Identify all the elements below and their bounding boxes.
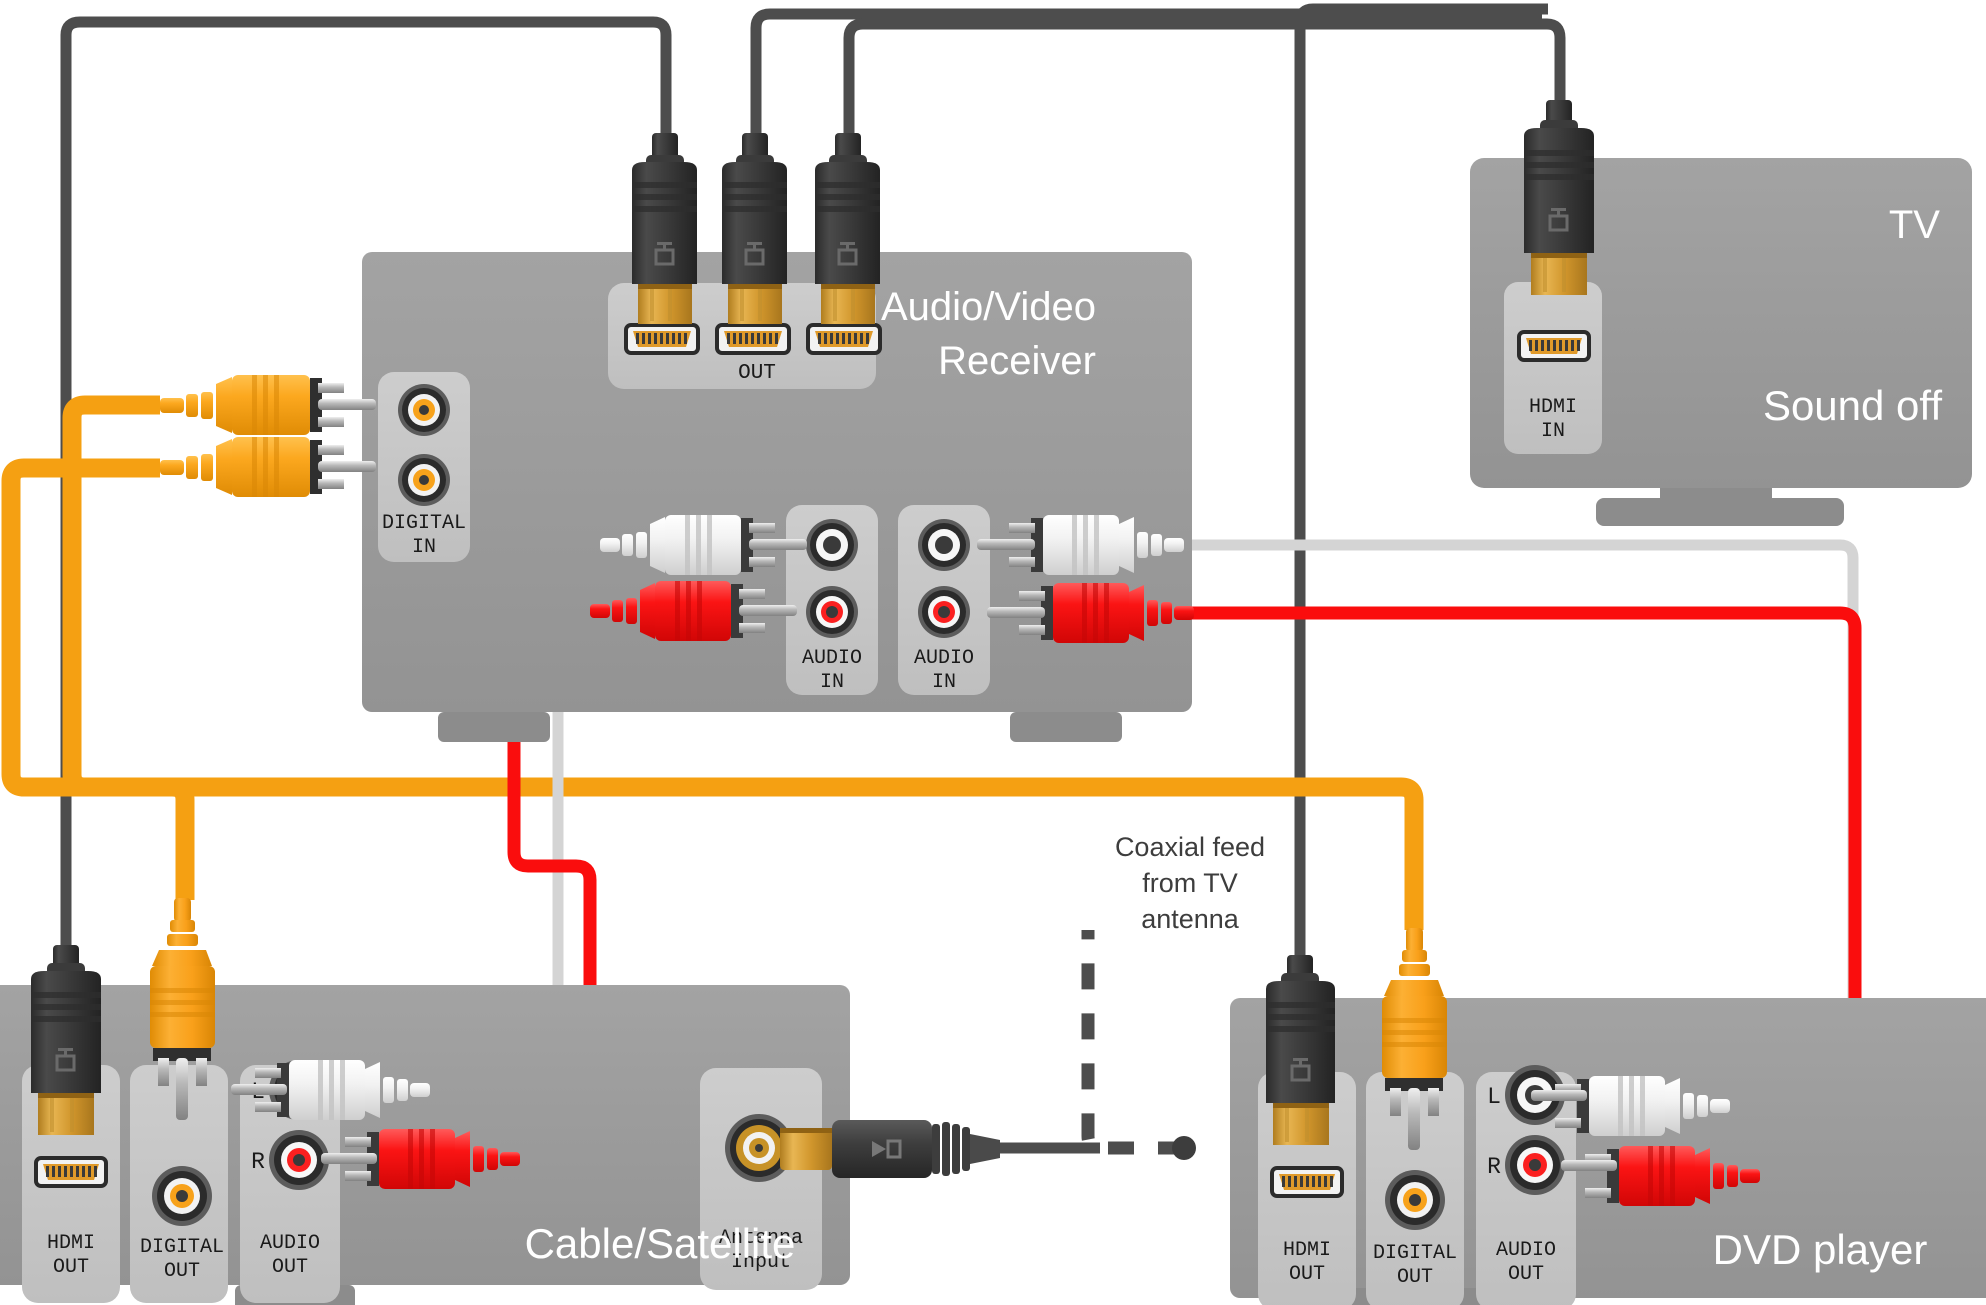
coaxial-feed-note-line1: Coaxial feed <box>1115 832 1265 862</box>
cable-coax-satellite-to-receiver <box>1 458 195 900</box>
satellite-audio-out-label-1: AUDIO <box>260 1232 320 1255</box>
dvd-audio-out-r-label: R <box>1487 1154 1501 1180</box>
plug-coax-f-antenna-input[interactable] <box>780 1120 1000 1178</box>
cable-satellite-label: Cable/Satellite <box>525 1220 796 1267</box>
cable-antenna-dashed-feed <box>1081 930 1184 1155</box>
receiver-label-line2: Receiver <box>938 339 1096 383</box>
plug-hdmi-dvd-out[interactable] <box>1266 955 1335 1145</box>
satellite-audio-out-r-label: R <box>251 1149 265 1175</box>
coaxial-feed-note-line2: from TV <box>1142 868 1238 898</box>
dvd-player-label: DVD player <box>1713 1226 1928 1273</box>
antenna-feed-endpoint <box>1172 1136 1196 1160</box>
receiver-digital-in-jack-1[interactable] <box>398 384 450 436</box>
receiver-audio-in-2-jack-white[interactable] <box>918 519 970 571</box>
plug-hdmi-receiver-out-1[interactable] <box>632 133 697 324</box>
diagram-svg: OUT DIGITAL IN AUDIO IN AUDIO IN HDMI IN… <box>0 3 1986 1305</box>
plug-hdmi-tv-in[interactable] <box>1524 100 1594 295</box>
receiver-hdmi-out-label: OUT <box>738 362 776 385</box>
plug-hdmi-receiver-out-3[interactable] <box>815 133 880 324</box>
wiring-diagram-canvas: OUT DIGITAL IN AUDIO IN AUDIO IN HDMI IN… <box>0 0 1986 1305</box>
satellite-hdmi-out-label-1: HDMI <box>47 1232 95 1255</box>
receiver-hdmi-out-jack-2[interactable] <box>715 323 791 355</box>
cable-hdmi-dvd-to-receiver-seg1 <box>1294 3 1548 985</box>
receiver-hdmi-out-jack-3[interactable] <box>806 323 882 355</box>
plug-hdmi-receiver-out-2[interactable] <box>722 133 787 324</box>
receiver-audio-in-2-jack-red[interactable] <box>918 586 970 638</box>
dvd-hdmi-out-label-2: OUT <box>1289 1263 1325 1286</box>
satellite-hdmi-out-label-2: OUT <box>53 1256 89 1279</box>
plug-hdmi-satellite-out[interactable] <box>31 945 101 1135</box>
tv-hdmi-in-label-2: IN <box>1541 420 1565 443</box>
coaxial-feed-note-line3: antenna <box>1141 904 1240 934</box>
receiver-digital-in-label-1: DIGITAL <box>382 512 466 535</box>
receiver-foot-right <box>1010 712 1122 742</box>
receiver-audio-in-2-label-1: AUDIO <box>914 647 974 670</box>
dvd-digital-out-jack[interactable] <box>1385 1170 1445 1230</box>
satellite-digital-out-label-1: DIGITAL <box>140 1236 224 1259</box>
receiver-audio-in-1-label-1: AUDIO <box>802 647 862 670</box>
receiver-audio-in-1-jack-red[interactable] <box>806 586 858 638</box>
receiver-label-line1: Audio/Video <box>881 285 1096 329</box>
dvd-digital-out-label-2: OUT <box>1397 1266 1433 1289</box>
dvd-hdmi-out-label-1: HDMI <box>1283 1239 1331 1262</box>
tv-hdmi-in-label-1: HDMI <box>1529 396 1577 419</box>
tv-label: TV <box>1889 203 1940 247</box>
plug-rca-orange-receiver-digital-2[interactable] <box>160 437 376 497</box>
tv-stand-base <box>1596 498 1844 526</box>
receiver-digital-in-jack-2[interactable] <box>398 454 450 506</box>
receiver-digital-in-label-2: IN <box>412 536 436 559</box>
dvd-audio-out-label-2: OUT <box>1508 1263 1544 1286</box>
satellite-digital-out-jack[interactable] <box>152 1166 212 1226</box>
plug-rca-orange-receiver-digital-1[interactable] <box>160 375 376 435</box>
cable-hdmi-dvd-to-receiver-seg2 <box>750 8 1542 135</box>
tv-hdmi-in-jack[interactable] <box>1517 330 1591 362</box>
satellite-audio-out-jack-r[interactable] <box>269 1130 329 1190</box>
receiver-hdmi-out-jack-1[interactable] <box>624 323 700 355</box>
satellite-hdmi-out-jack[interactable] <box>34 1156 108 1188</box>
receiver-audio-in-2-label-2: IN <box>932 671 956 694</box>
satellite-digital-out-label-2: OUT <box>164 1260 200 1283</box>
satellite-audio-out-label-2: OUT <box>272 1256 308 1279</box>
dvd-digital-out-label-1: DIGITAL <box>1373 1242 1457 1265</box>
receiver-foot-left <box>438 712 550 742</box>
dvd-audio-out-l-label: L <box>1487 1084 1501 1110</box>
receiver-audio-in-1-label-2: IN <box>820 671 844 694</box>
dvd-hdmi-out-jack[interactable] <box>1270 1166 1344 1198</box>
tv-status-label: Sound off <box>1763 382 1942 429</box>
cable-hdmi-receiver-to-tv <box>843 18 1566 140</box>
dvd-audio-out-jack-r[interactable] <box>1505 1135 1565 1195</box>
receiver-audio-in-1-jack-white[interactable] <box>806 519 858 571</box>
dvd-audio-out-label-1: AUDIO <box>1496 1239 1556 1262</box>
